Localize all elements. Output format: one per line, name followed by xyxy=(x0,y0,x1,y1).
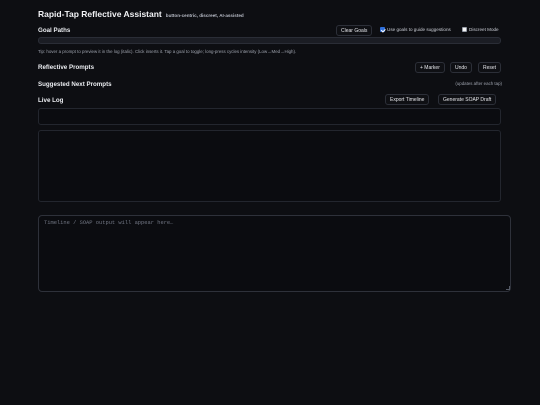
app-subtitle: button-centric, discreet, AI-assisted xyxy=(165,13,244,18)
use-goals-label: Use goals to guide suggestions xyxy=(387,27,451,32)
suggested-hint: (updates after each tap) xyxy=(455,81,502,86)
undo-button[interactable]: Undo xyxy=(450,62,472,73)
live-log-strip xyxy=(38,108,501,125)
reflective-prompts-title: Reflective Prompts xyxy=(38,64,95,71)
clear-goals-button[interactable]: Clear Goals xyxy=(336,25,373,36)
add-marker-button[interactable]: + Marker xyxy=(415,62,445,73)
resize-grip-icon[interactable] xyxy=(506,286,510,290)
discreet-mode-check-icon[interactable] xyxy=(462,27,467,32)
live-log-panel[interactable] xyxy=(38,130,501,202)
output-textarea[interactable] xyxy=(38,215,511,292)
app-title: Rapid-Tap Reflective Assistant xyxy=(38,9,162,19)
generate-soap-button[interactable]: Generate SOAP Draft xyxy=(438,94,497,105)
app-header: Rapid-Tap Reflective Assistant button-ce… xyxy=(38,9,244,19)
suggested-prompts-title: Suggested Next Prompts xyxy=(38,81,112,88)
use-goals-checkbox[interactable]: Use goals to guide suggestions xyxy=(380,27,451,32)
goal-tip: Tip: hover a prompt to preview it in the… xyxy=(38,49,297,54)
reset-button[interactable]: Reset xyxy=(478,62,502,73)
discreet-mode-label: Discreet Mode xyxy=(469,27,499,32)
goal-paths-bar[interactable] xyxy=(38,37,501,44)
export-timeline-button[interactable]: Export Timeline xyxy=(385,94,430,105)
live-log-title: Live Log xyxy=(38,97,64,104)
goal-paths-title: Goal Paths xyxy=(38,27,71,34)
use-goals-check-icon[interactable] xyxy=(380,27,385,32)
discreet-mode-checkbox[interactable]: Discreet Mode xyxy=(462,27,499,32)
